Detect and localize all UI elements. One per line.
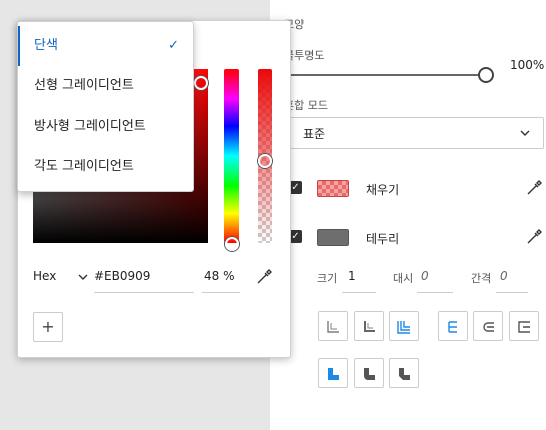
- blend-mode-value: 표준: [303, 127, 326, 141]
- gap-underline: [496, 291, 528, 293]
- menu-item-label: 단색: [34, 38, 58, 53]
- color-format-label: Hex: [33, 269, 57, 283]
- eyedropper-icon[interactable]: [526, 180, 542, 196]
- stroke-align-inside-button[interactable]: [318, 311, 348, 341]
- chevron-down-icon[interactable]: [78, 273, 88, 281]
- chevron-down-icon: [520, 130, 530, 136]
- menu-item-angular-gradient[interactable]: 각도 그레이디언트: [18, 147, 193, 187]
- saturation-value-handle[interactable]: [194, 76, 208, 90]
- menu-item-solid[interactable]: 단색 ✓: [18, 26, 193, 66]
- properties-panel: 모양 불투명도 100% 혼합 모드 표준 ✓ 채우기 ✓ 테두리 크기 1 대…: [270, 0, 546, 430]
- gap-label: 간격: [471, 272, 492, 285]
- dash-label: 대시: [393, 272, 414, 285]
- stroke-outside-icon: [397, 321, 410, 334]
- hex-input-underline: [94, 291, 194, 293]
- stroke-inside-icon: [327, 321, 339, 333]
- dash-input[interactable]: 0: [421, 269, 429, 283]
- join-bevel-button[interactable]: [389, 358, 419, 388]
- checkmark-icon: ✓: [168, 38, 179, 53]
- join-bevel-icon: [399, 368, 410, 380]
- alpha-input[interactable]: 48 %: [204, 269, 235, 283]
- stroke-align-outside-button[interactable]: [389, 311, 419, 341]
- fill-label: 채우기: [366, 183, 400, 197]
- stroke-center-icon: [364, 321, 375, 332]
- alpha-input-underline: [202, 291, 240, 293]
- hue-slider[interactable]: [224, 69, 239, 243]
- hue-slider-handle[interactable]: [225, 237, 239, 251]
- cap-square-icon: [518, 321, 530, 333]
- menu-item-label: 방사형 그레이디언트: [34, 119, 146, 134]
- stroke-color-fill: [318, 230, 348, 245]
- opacity-value: 100%: [510, 58, 545, 72]
- join-round-button[interactable]: [354, 358, 384, 388]
- alpha-slider-handle[interactable]: [258, 154, 272, 168]
- eyedropper-icon[interactable]: [526, 229, 542, 245]
- blend-mode-select[interactable]: 표준: [284, 117, 544, 149]
- hex-input[interactable]: #EB0909: [94, 269, 150, 283]
- stroke-align-center-button[interactable]: [354, 311, 384, 341]
- menu-item-linear-gradient[interactable]: 선형 그레이디언트: [18, 66, 193, 106]
- cap-square-button[interactable]: [509, 311, 539, 341]
- join-miter-icon: [328, 368, 339, 380]
- cap-butt-button[interactable]: [438, 311, 468, 341]
- opacity-slider-track[interactable]: [284, 74, 484, 76]
- opacity-slider-thumb[interactable]: [478, 67, 494, 83]
- eyedropper-icon[interactable]: [256, 269, 272, 285]
- cap-round-button[interactable]: [473, 311, 503, 341]
- size-input[interactable]: 1: [348, 269, 356, 283]
- menu-item-label: 선형 그레이디언트: [34, 78, 134, 93]
- stroke-color-swatch[interactable]: [317, 229, 349, 246]
- add-color-button[interactable]: +: [33, 312, 63, 342]
- fill-type-menu: 단색 ✓ 선형 그레이디언트 방사형 그레이디언트 각도 그레이디언트: [17, 21, 194, 192]
- dash-underline: [417, 291, 453, 293]
- size-label: 크기: [317, 272, 338, 285]
- stroke-label: 테두리: [366, 232, 400, 246]
- menu-item-radial-gradient[interactable]: 방사형 그레이디언트: [18, 107, 193, 147]
- menu-item-label: 각도 그레이디언트: [34, 159, 134, 174]
- gap-input[interactable]: 0: [500, 269, 508, 283]
- size-underline: [342, 291, 376, 293]
- join-round-icon: [364, 368, 375, 380]
- cap-butt-icon: [448, 321, 457, 333]
- fill-color-swatch[interactable]: [317, 180, 349, 197]
- join-miter-button[interactable]: [318, 358, 348, 388]
- cap-round-icon: [483, 322, 494, 332]
